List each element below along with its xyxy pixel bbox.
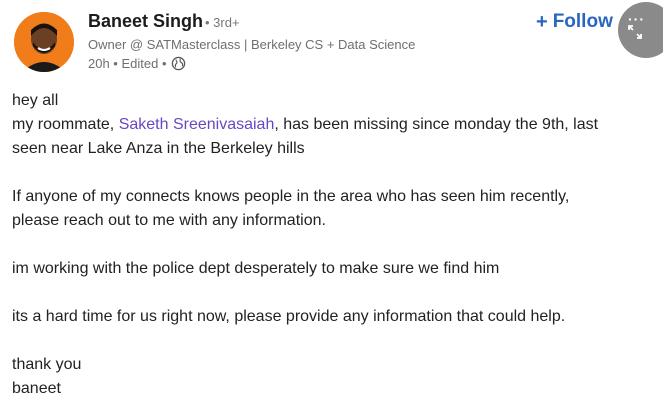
author-name[interactable]: Baneet Singh <box>88 11 203 32</box>
more-options-button[interactable]: ··· <box>618 2 663 58</box>
expand-icon <box>628 25 642 39</box>
follow-label: Follow <box>552 11 613 32</box>
post-text: my roommate, <box>12 116 119 133</box>
post-meta: 20h • Edited • <box>88 56 186 71</box>
plus-icon: + <box>536 11 548 33</box>
post-line: its a hard time for us right now, please… <box>12 308 566 325</box>
post-line: my roommate, Saketh Sreenivasaiah, has b… <box>12 113 652 137</box>
post-line: baneet <box>12 380 61 397</box>
profile-photo <box>14 12 74 72</box>
globe-icon <box>171 56 185 71</box>
post-line: hey all <box>12 92 59 109</box>
post-line: thank you <box>12 356 82 373</box>
feed-post: Baneet Singh • 3rd+ Owner @ SATMastercla… <box>0 0 663 404</box>
post-line: If anyone of my connects knows people in… <box>12 188 570 205</box>
post-line: please reach out to me with any informat… <box>12 212 326 229</box>
author-headline: Owner @ SATMasterclass | Berkeley CS + D… <box>88 37 416 52</box>
mention-link[interactable]: Saketh Sreenivasaiah <box>119 116 275 133</box>
post-text: , has been missing since monday the 9th,… <box>274 116 599 133</box>
post-timestamp: 20h • Edited • <box>88 56 167 71</box>
follow-button[interactable]: + Follow <box>530 8 619 36</box>
post-line: seen near Lake Anza in the Berkeley hill… <box>12 140 305 157</box>
post-line: im working with the police dept desperat… <box>12 260 500 277</box>
connection-degree: • 3rd+ <box>205 15 240 30</box>
post-body: hey all my roommate, Saketh Sreenivasaia… <box>12 89 652 401</box>
avatar[interactable] <box>14 12 74 72</box>
